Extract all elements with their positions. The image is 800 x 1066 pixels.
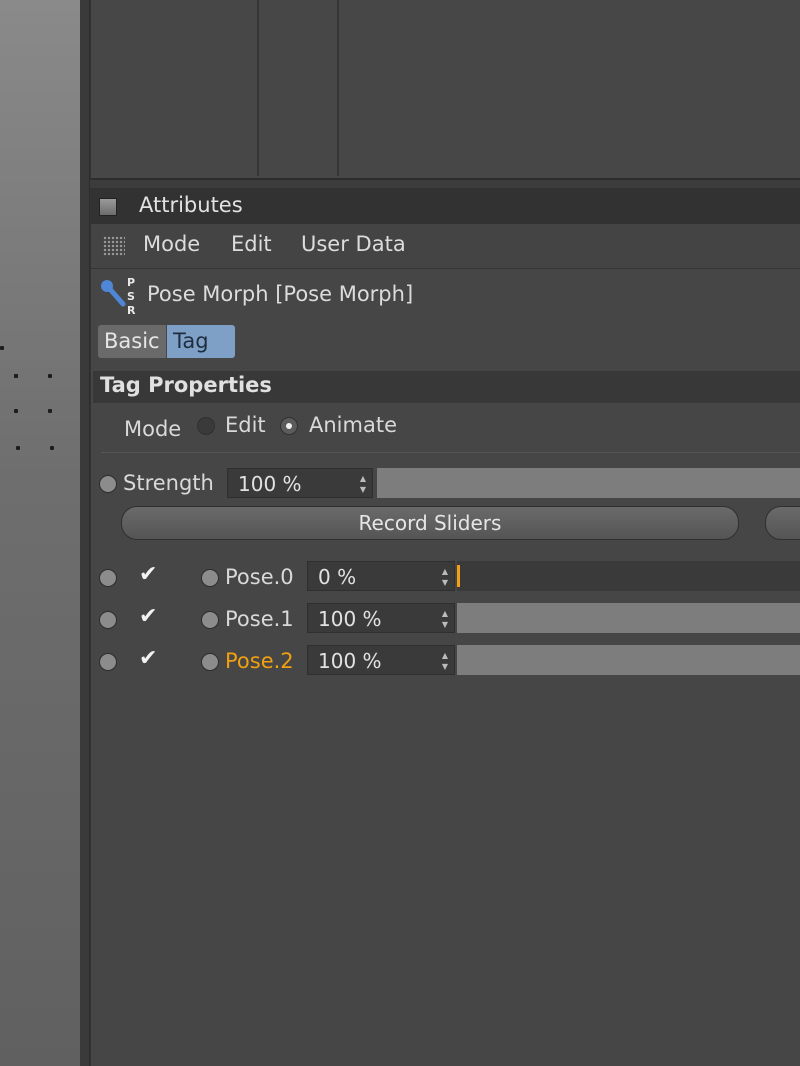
record-sliders-button[interactable]: Record Sliders [121,506,739,540]
pose-0-slider[interactable] [457,561,800,591]
spinner-arrows-icon[interactable]: ▲ ▼ [442,604,448,630]
menu-bar: Mode Edit User Data [91,224,800,269]
pose-2-slider[interactable] [457,645,800,675]
viewport-dot [48,409,52,413]
viewport-dot [16,446,20,450]
attributes-panel: Attributes Mode Edit User Data P S R Pos… [90,188,800,1066]
menu-user-data[interactable]: User Data [301,232,406,256]
object-name: Pose Morph [Pose Morph] [147,282,414,306]
tab-tag[interactable]: Tag [167,325,235,358]
pose-0-keyframe-button[interactable] [99,569,117,587]
divider [101,452,800,453]
svg-text:P: P [127,276,135,289]
pose-2-field[interactable]: 100 % ▲ ▼ [307,645,455,675]
viewport-dot [0,346,4,350]
pose-0-value: 0 % [318,565,357,589]
column-divider[interactable] [337,0,339,176]
menu-mode[interactable]: Mode [143,232,200,256]
attributes-title: Attributes [139,193,243,217]
panel-menu-icon[interactable] [99,198,117,216]
pose-0-field[interactable]: 0 % ▲ ▼ [307,561,455,591]
column-divider[interactable] [257,0,259,176]
svg-text:R: R [127,304,136,317]
pose-1-label: Pose.1 [225,607,294,631]
viewport-dot [48,374,52,378]
spinner-arrows-icon[interactable]: ▲ ▼ [442,562,448,588]
pose-1-keyframe-button[interactable] [99,611,117,629]
svg-text:S: S [127,290,135,303]
pose-morph-tag-icon: P S R [101,276,136,317]
section-title: Tag Properties [100,373,272,397]
strength-label: Strength [123,471,214,495]
pose-2-keyframe-button[interactable] [99,653,117,671]
panel-divider[interactable] [80,0,90,1066]
object-manager-panel [90,0,800,180]
pose-2-enable-checkbox[interactable]: ✔ [139,648,161,670]
viewport-dot [50,446,54,450]
viewport-strip [0,0,80,1066]
object-header: P S R Pose Morph [Pose Morph] [91,270,800,320]
attributes-title-bar: Attributes [91,188,800,224]
mode-edit-label[interactable]: Edit [225,413,266,437]
spinner-arrows-icon[interactable]: ▲ ▼ [442,646,448,672]
slider-cursor [457,565,460,587]
mode-animate-radio[interactable] [280,417,298,435]
strength-slider[interactable] [377,468,800,498]
menu-edit[interactable]: Edit [231,232,272,256]
pose-0-label: Pose.0 [225,565,294,589]
strength-value: 100 % [238,472,302,496]
pose-0-animate-button[interactable] [201,569,219,587]
pose-2-value: 100 % [318,649,382,673]
pose-1-value: 100 % [318,607,382,631]
secondary-button[interactable] [765,506,800,540]
section-header[interactable]: Tag Properties [93,371,800,403]
pose-1-field[interactable]: 100 % ▲ ▼ [307,603,455,633]
viewport-dot [14,374,18,378]
panel-splitter[interactable] [90,180,800,188]
mode-animate-label[interactable]: Animate [309,413,397,437]
mode-edit-radio[interactable] [197,417,215,435]
strength-keyframe-button[interactable] [99,475,117,493]
viewport-dot [14,409,18,413]
pose-1-animate-button[interactable] [201,611,219,629]
tab-basic[interactable]: Basic [98,325,166,358]
pose-2-animate-button[interactable] [201,653,219,671]
spinner-arrows-icon[interactable]: ▲ ▼ [360,469,366,495]
pose-1-slider[interactable] [457,603,800,633]
mode-label: Mode [124,417,182,441]
grip-icon[interactable] [103,236,125,256]
pose-2-label: Pose.2 [225,649,294,673]
strength-field[interactable]: 100 % ▲ ▼ [227,468,373,498]
pose-0-enable-checkbox[interactable]: ✔ [139,564,161,586]
pose-1-enable-checkbox[interactable]: ✔ [139,606,161,628]
